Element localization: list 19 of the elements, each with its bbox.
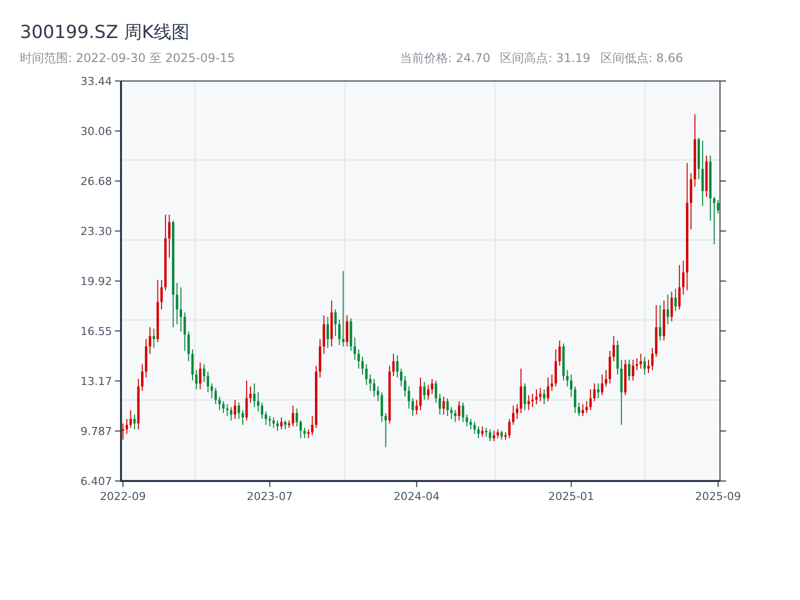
- stat-text: 区间高点: 31.19: [500, 51, 590, 66]
- y-axis-label: 26.68: [80, 175, 112, 188]
- x-axis-label: 2024-04: [394, 490, 440, 503]
- chart-title: 300199.SZ 周K线图: [20, 22, 190, 44]
- x-axis-label: 2023-07: [246, 490, 293, 503]
- y-axis-label: 13.17: [80, 374, 112, 388]
- y-axis-label: 30.06: [80, 125, 112, 138]
- stat-text: 区间低点: 8.66: [600, 51, 684, 66]
- y-axis-label: 6.407: [80, 475, 112, 488]
- y-axis-label: 19.92: [80, 275, 112, 288]
- y-axis-label: 23.30: [80, 225, 112, 238]
- date-range-text: 时间范围: 2022-09-30 至 2025-09-15: [20, 51, 236, 66]
- x-axis-label: 2022-09: [100, 490, 146, 503]
- x-axis-label: 2025-01: [548, 490, 594, 503]
- y-axis-label: 33.44: [80, 75, 112, 88]
- y-axis-label: 16.55: [80, 324, 112, 338]
- stat-text: 当前价格: 24.70: [400, 51, 490, 66]
- y-axis-label: 9.787: [80, 424, 112, 438]
- x-axis-label: 2025-09: [695, 490, 742, 503]
